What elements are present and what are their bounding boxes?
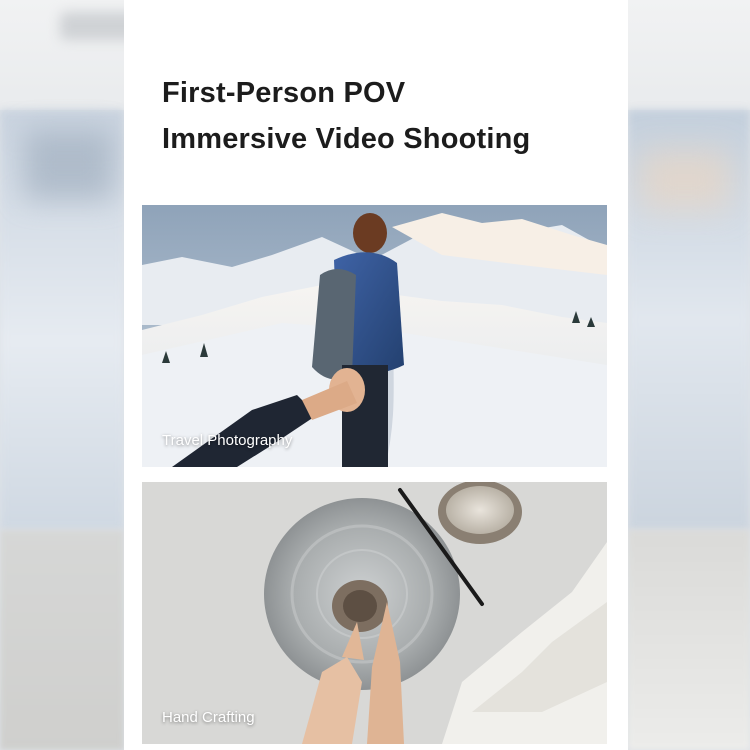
backdrop-bottom-left [0,530,124,750]
crafting-photo: Hand Crafting [142,482,607,744]
photo-caption-travel: Travel Photography [162,432,293,449]
crafting-scene-illustration [142,482,607,744]
backdrop-blur-shape [640,150,730,210]
headline: First-Person POV Immersive Video Shootin… [162,70,530,162]
backdrop-blur-shape [24,130,114,200]
travel-scene-illustration [142,205,607,467]
headline-line-2: Immersive Video Shooting [162,123,531,155]
photo-caption-crafting: Hand Crafting [162,709,255,726]
headline-line-1: First-Person POV [162,77,406,109]
travel-photo: Travel Photography [142,205,607,467]
feature-card: First-Person POV Immersive Video Shootin… [124,0,628,750]
backdrop-bottom-right [628,530,750,750]
